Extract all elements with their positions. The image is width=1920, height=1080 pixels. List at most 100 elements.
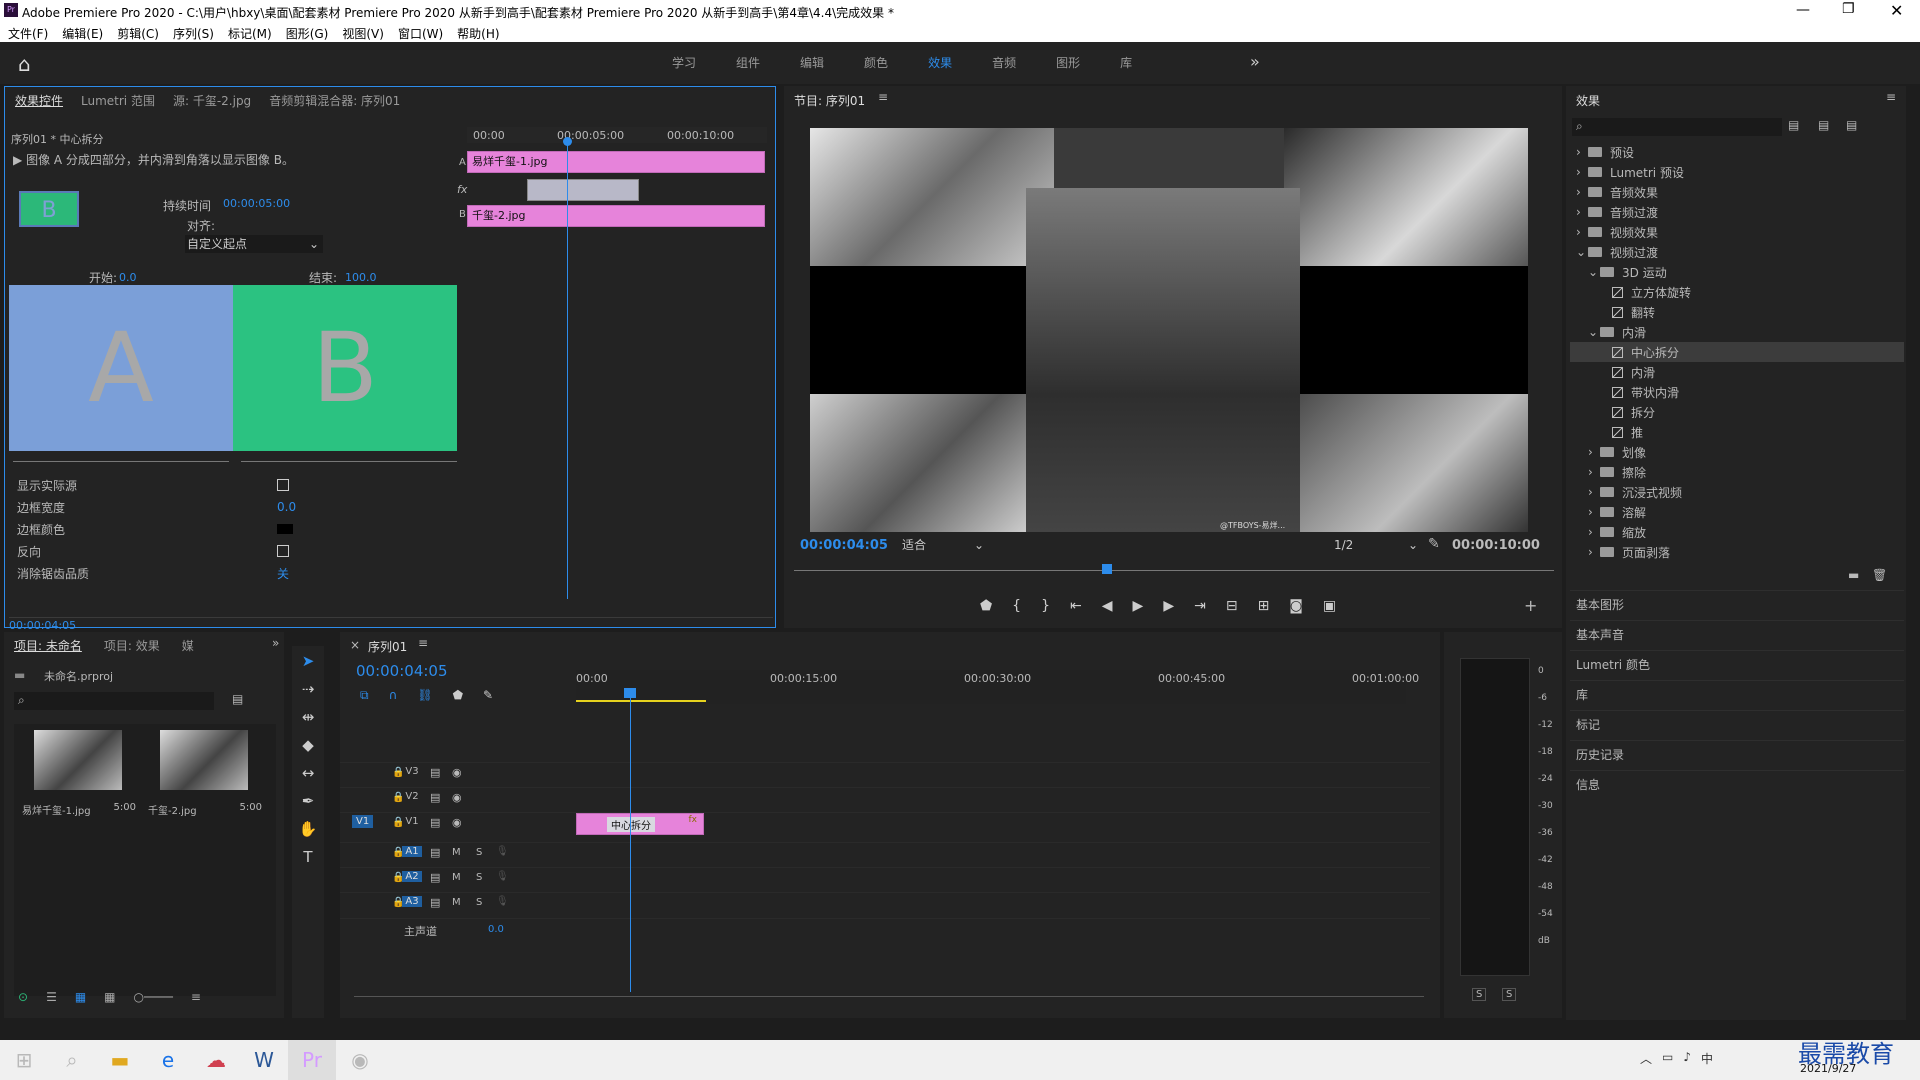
step-back-icon[interactable]: ◀: [1102, 598, 1113, 614]
checkbox[interactable]: [277, 479, 289, 491]
source-patch-v1[interactable]: V1: [352, 815, 374, 828]
program-timecode[interactable]: 00:00:04:05: [800, 538, 888, 553]
sync-lock-icon[interactable]: ▤: [430, 766, 440, 779]
workspace-tab[interactable]: 学习: [672, 54, 696, 71]
checkbox[interactable]: [277, 545, 289, 557]
track-label[interactable]: V1: [402, 816, 422, 827]
snap-icon[interactable]: ∩: [389, 688, 398, 703]
timeline-timecode[interactable]: 00:00:04:05: [356, 662, 448, 680]
play-icon[interactable]: ▶: [1133, 598, 1144, 614]
duration-value[interactable]: 00:00:05:00: [223, 197, 290, 210]
new-bin-icon[interactable]: ▤: [232, 692, 243, 706]
microphone-icon[interactable]: 🎙: [496, 871, 509, 882]
edge-icon[interactable]: e: [144, 1040, 192, 1080]
master-value[interactable]: 0.0: [488, 924, 504, 935]
menu-item[interactable]: 帮助(H): [457, 25, 499, 42]
effect-folder[interactable]: › 预设: [1570, 142, 1904, 162]
accelerated-effects-icon[interactable]: ▤: [1788, 118, 1799, 132]
lock-icon[interactable]: ⊙: [18, 990, 28, 1004]
mute-button[interactable]: M: [452, 847, 461, 858]
marker-icon[interactable]: ⬟: [980, 598, 992, 614]
selection-tool-icon[interactable]: ➤: [302, 652, 315, 670]
workspace-tab[interactable]: 颜色: [864, 54, 888, 71]
list-view-icon[interactable]: ☰: [46, 990, 57, 1004]
effect-item[interactable]: 内滑: [1570, 362, 1904, 382]
end-slider[interactable]: [241, 461, 457, 462]
transition-clip[interactable]: [527, 179, 639, 201]
effect-folder[interactable]: ⌄ 3D 运动: [1570, 262, 1904, 282]
work-area-bar[interactable]: [576, 700, 706, 702]
go-to-in-icon[interactable]: ⇤: [1070, 598, 1082, 614]
effect-controls-tab[interactable]: 音频剪辑混合器: 序列01: [269, 92, 400, 109]
effect-controls-tab[interactable]: 源: 千玺-2.jpg: [173, 92, 251, 109]
icon-view-icon[interactable]: ▦: [75, 990, 86, 1004]
effect-folder[interactable]: ⌄ 视频过渡: [1570, 242, 1904, 262]
effect-controls-tab[interactable]: Lumetri 范围: [81, 92, 155, 109]
network-icon[interactable]: ▭: [1662, 1050, 1673, 1067]
expand-icon[interactable]: ▶: [13, 153, 22, 167]
timeline-settings-icon[interactable]: ✎: [483, 688, 493, 703]
sync-lock-icon[interactable]: ▤: [430, 846, 440, 859]
program-video-frame[interactable]: @TFBOYS-易烊...: [810, 128, 1528, 532]
project-tab[interactable]: 媒: [182, 637, 194, 654]
file-explorer-icon[interactable]: ▬: [96, 1040, 144, 1080]
panel-section[interactable]: Lumetri 颜色: [1570, 650, 1904, 678]
clip-b[interactable]: 千玺-2.jpg: [467, 205, 765, 227]
eye-icon[interactable]: ◉: [452, 791, 462, 804]
more-workspaces-icon[interactable]: »: [1250, 52, 1260, 71]
menu-item[interactable]: 窗口(W): [398, 25, 443, 42]
effect-item[interactable]: 翻转: [1570, 302, 1904, 322]
program-playhead[interactable]: [1102, 564, 1112, 574]
ime-indicator[interactable]: 中: [1701, 1050, 1713, 1067]
ripple-edit-tool-icon[interactable]: ⇹: [302, 708, 315, 726]
yuv-effects-icon[interactable]: ▤: [1846, 118, 1857, 132]
mute-button[interactable]: M: [452, 897, 461, 908]
new-folder-icon[interactable]: ▬: [1848, 568, 1859, 582]
timeline-playhead[interactable]: [630, 692, 631, 992]
track-label[interactable]: A2: [402, 871, 422, 882]
panel-section[interactable]: 基本图形: [1570, 590, 1904, 618]
delete-icon[interactable]: 🗑: [1872, 568, 1887, 582]
menu-item[interactable]: 图形(G): [286, 25, 329, 42]
search-icon[interactable]: ⌕: [48, 1040, 96, 1080]
mark-out-icon[interactable]: }: [1041, 598, 1050, 614]
effect-folder[interactable]: › 音频过渡: [1570, 202, 1904, 222]
sync-lock-icon[interactable]: ▤: [430, 871, 440, 884]
effect-folder[interactable]: › Lumetri 预设: [1570, 162, 1904, 182]
word-icon[interactable]: W: [240, 1040, 288, 1080]
effect-item[interactable]: 拆分: [1570, 402, 1904, 422]
menu-item[interactable]: 编辑(E): [62, 25, 103, 42]
sync-lock-icon[interactable]: ▤: [430, 896, 440, 909]
hand-tool-icon[interactable]: ✋: [299, 820, 318, 838]
end-value[interactable]: 100.0: [345, 271, 377, 284]
panel-menu-icon[interactable]: ≡: [418, 636, 428, 650]
restore-icon[interactable]: ❐: [1842, 1, 1855, 17]
menu-item[interactable]: 标记(M): [228, 25, 272, 42]
mark-in-icon[interactable]: {: [1012, 598, 1021, 614]
timeline-hscroll[interactable]: [354, 996, 1424, 997]
effect-folder[interactable]: › 溶解: [1570, 502, 1904, 522]
menu-item[interactable]: 剪辑(C): [117, 25, 159, 42]
effect-controls-tab[interactable]: 效果控件: [15, 92, 63, 109]
effect-item[interactable]: 带状内滑: [1570, 382, 1904, 402]
alignment-dropdown[interactable]: 自定义起点 ⌄: [185, 235, 323, 253]
volume-icon[interactable]: ♪: [1683, 1050, 1691, 1067]
workspace-tab[interactable]: 图形: [1056, 54, 1080, 71]
solo-button[interactable]: S: [476, 897, 482, 908]
panel-section[interactable]: 库: [1570, 680, 1904, 708]
project-search-input[interactable]: ⌕: [14, 692, 214, 710]
effect-item[interactable]: 中心拆分: [1570, 342, 1904, 362]
minimize-icon[interactable]: —: [1796, 2, 1810, 18]
windows-start-icon[interactable]: ⊞: [0, 1040, 48, 1080]
step-forward-icon[interactable]: ▶: [1163, 598, 1174, 614]
track-select-tool-icon[interactable]: ⇢: [302, 680, 315, 698]
panel-section[interactable]: 标记: [1570, 710, 1904, 738]
start-slider[interactable]: [13, 461, 229, 462]
sort-icon[interactable]: ≡: [191, 990, 201, 1004]
nest-icon[interactable]: ⧉: [360, 688, 369, 703]
effect-folder[interactable]: › 擦除: [1570, 462, 1904, 482]
panel-section[interactable]: 历史记录: [1570, 740, 1904, 768]
mute-button[interactable]: M: [452, 872, 461, 883]
eye-icon[interactable]: ◉: [452, 816, 462, 829]
workspace-tab[interactable]: 组件: [736, 54, 760, 71]
